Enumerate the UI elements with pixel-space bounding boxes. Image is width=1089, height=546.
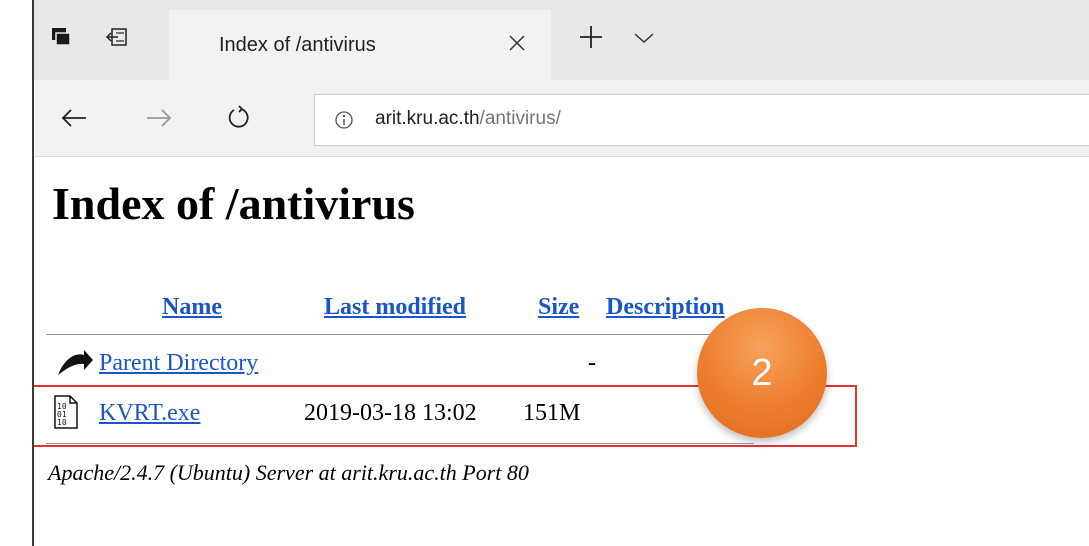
refresh-icon[interactable] (219, 100, 259, 136)
address-bar[interactable]: arit.kru.ac.th/antivirus/ (314, 94, 1089, 146)
new-tab-plus-icon[interactable] (574, 20, 608, 54)
navigation-bar: arit.kru.ac.th/antivirus/ (34, 80, 1089, 157)
column-header-name[interactable]: Name (162, 294, 222, 321)
url-text: arit.kru.ac.th/antivirus/ (375, 108, 561, 130)
set-aside-tabs-icon[interactable] (102, 22, 132, 52)
back-arrow-icon[interactable] (54, 100, 94, 136)
browser-window: Index of /antivirus arit.kru.ac.th/antiv… (32, 0, 1089, 546)
header-divider (46, 334, 754, 335)
forward-arrow-icon[interactable] (139, 100, 179, 136)
column-header-last-modified[interactable]: Last modified (324, 294, 466, 321)
back-arrow-icon (54, 347, 94, 384)
chevron-down-icon[interactable] (629, 24, 659, 52)
tab-active[interactable]: Index of /antivirus (169, 10, 551, 80)
server-signature: Apache/2.4.7 (Ubuntu) Server at arit.kru… (48, 460, 529, 485)
tab-strip: Index of /antivirus (34, 0, 1089, 80)
tab-preview-icon[interactable] (46, 22, 76, 52)
info-icon[interactable] (333, 109, 355, 131)
column-header-size[interactable]: Size (538, 294, 579, 321)
parent-directory-link[interactable]: Parent Directory (99, 350, 258, 377)
page-content: Index of /antivirus Name Last modified S… (34, 157, 1089, 546)
column-header-description[interactable]: Description (606, 294, 725, 321)
close-icon[interactable] (499, 25, 535, 61)
url-path: /antivirus/ (479, 108, 561, 129)
page-title: Index of /antivirus (52, 178, 415, 229)
tab-title: Index of /antivirus (219, 34, 376, 56)
row-size: - (588, 350, 596, 376)
url-host: arit.kru.ac.th (375, 108, 480, 129)
step-badge: 2 (697, 308, 827, 438)
